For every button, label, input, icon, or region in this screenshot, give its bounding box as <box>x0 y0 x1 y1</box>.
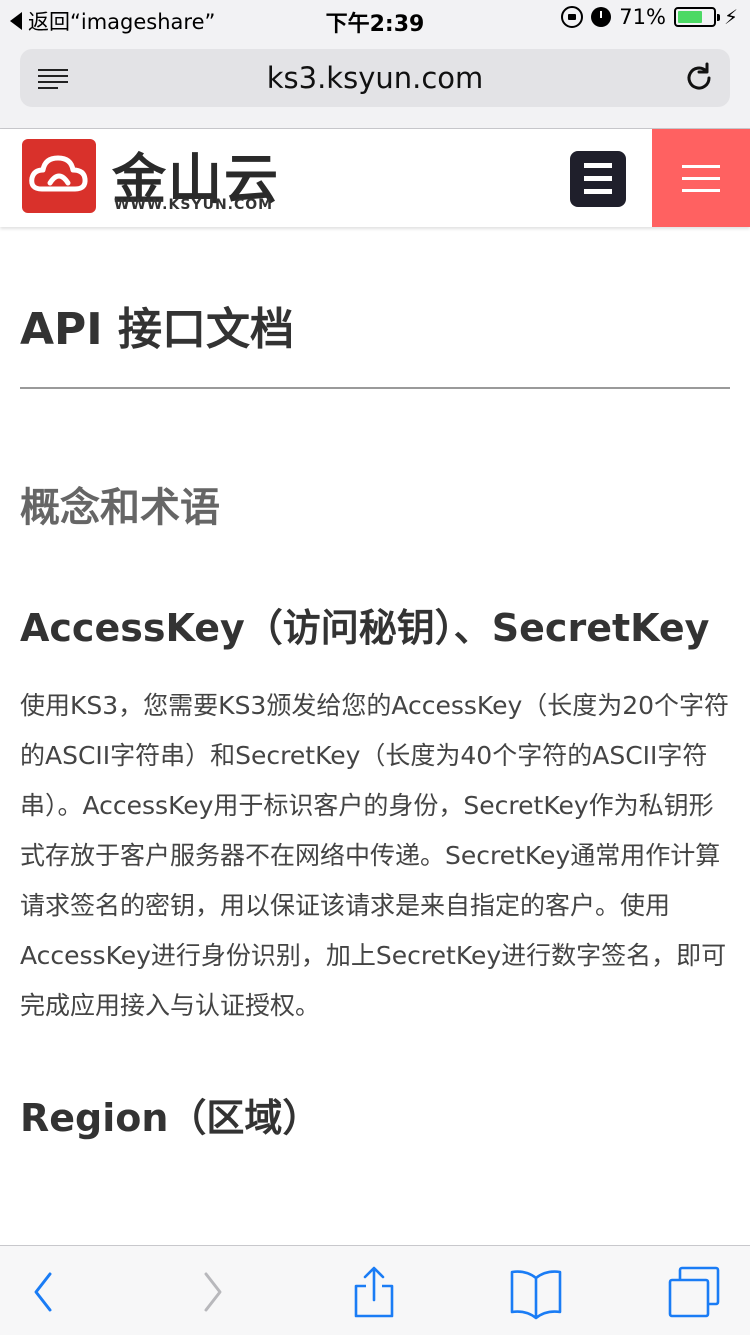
address-field[interactable]: ks3.ksyun.com <box>20 49 730 107</box>
bookmarks-icon[interactable] <box>508 1264 564 1320</box>
site-header: 金山云 WWW.KSYUN.COM <box>0 129 750 227</box>
nav-menu-button[interactable] <box>652 129 750 227</box>
battery-level <box>677 11 703 23</box>
rotation-lock-icon <box>561 6 584 28</box>
subsection-title: AccessKey（访问秘钥）、SecretKey <box>20 606 710 650</box>
back-icon[interactable] <box>16 1264 72 1320</box>
page-title: API 接口文档 <box>20 304 294 355</box>
share-icon[interactable] <box>346 1264 402 1320</box>
reload-icon[interactable] <box>682 61 716 95</box>
browser-toolbar <box>0 1245 750 1335</box>
doc-content: API 接口文档 概念和术语 AccessKey（访问秘钥）、SecretKey… <box>20 228 730 1245</box>
logo-url-subtext: WWW.KSYUN.COM <box>114 197 274 213</box>
status-bar: 返回“imageshare” 下午2:39 71% ⚡ <box>0 0 750 40</box>
charging-bolt-icon: ⚡ <box>723 5 738 29</box>
alarm-icon <box>591 7 612 27</box>
forward-icon[interactable] <box>184 1264 240 1320</box>
battery-percent: 71% <box>619 5 666 29</box>
next-heading: Region（区域） <box>20 1096 321 1140</box>
doc-menu-button[interactable] <box>570 151 626 207</box>
url-text: ks3.ksyun.com <box>266 61 484 95</box>
battery-icon <box>673 7 720 27</box>
body-paragraph: 使用KS3，您需要KS3颁发给您的AccessKey（长度为20个字符的ASCI… <box>20 691 730 1020</box>
ksyun-logo-cloud-icon[interactable] <box>22 139 96 213</box>
tabs-icon[interactable] <box>666 1264 722 1320</box>
browser-address-bar-area: ks3.ksyun.com <box>0 40 750 129</box>
section-title: 概念和术语 <box>20 485 220 531</box>
title-divider <box>20 387 730 389</box>
